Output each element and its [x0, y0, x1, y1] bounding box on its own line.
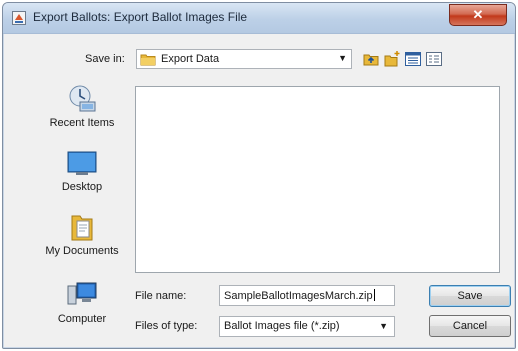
export-dialog: Export Ballots: Export Ballot Images Fil… — [2, 2, 516, 349]
file-name-value: SampleBallotImagesMarch.zip — [224, 290, 373, 302]
close-icon: ✕ — [472, 7, 484, 22]
save-in-label: Save in: — [85, 53, 125, 65]
text-caret — [373, 289, 375, 301]
chevron-down-icon: ▼ — [379, 321, 388, 331]
folder-icon — [140, 54, 156, 66]
chevron-down-icon: ▼ — [338, 53, 347, 63]
files-of-type-dropdown[interactable]: Ballot Images file (*.zip) ▼ — [219, 316, 395, 337]
desktop-icon — [67, 151, 97, 175]
new-folder-icon[interactable] — [383, 50, 401, 68]
places-bar: Recent Items Desktop My Documents Comput… — [37, 84, 127, 344]
places-desktop[interactable]: Desktop — [37, 150, 127, 193]
recent-items-icon — [69, 85, 96, 112]
places-computer[interactable]: Computer — [37, 280, 127, 325]
files-of-type-value: Ballot Images file (*.zip) — [224, 320, 340, 332]
computer-icon — [67, 282, 97, 305]
save-in-value: Export Data — [161, 53, 220, 65]
save-in-dropdown[interactable]: Export Data ▼ — [136, 49, 352, 69]
my-documents-icon — [71, 215, 93, 241]
save-button[interactable]: Save — [429, 285, 511, 307]
place-label: Computer — [57, 313, 107, 325]
dialog-body: Save in: Export Data ▼ Recent Items Desk… — [9, 34, 511, 344]
file-name-input[interactable]: SampleBallotImagesMarch.zip — [219, 285, 395, 306]
details-view-icon[interactable] — [425, 50, 443, 68]
up-one-level-icon[interactable] — [362, 50, 380, 68]
files-of-type-label: Files of type: — [135, 320, 198, 332]
place-label: Recent Items — [49, 117, 115, 129]
file-list[interactable] — [135, 86, 500, 273]
cancel-button[interactable]: Cancel — [429, 315, 511, 337]
places-my-documents[interactable]: My Documents — [37, 212, 127, 257]
list-view-icon[interactable] — [404, 50, 422, 68]
window-title: Export Ballots: Export Ballot Images Fil… — [33, 10, 248, 24]
places-recent-items[interactable]: Recent Items — [37, 84, 127, 129]
place-label: My Documents — [45, 245, 119, 257]
file-name-label: File name: — [135, 290, 187, 302]
close-button[interactable]: ✕ — [449, 4, 507, 26]
title-bar[interactable]: Export Ballots: Export Ballot Images Fil… — [3, 3, 515, 34]
app-icon — [12, 11, 26, 25]
place-label: Desktop — [61, 181, 103, 193]
